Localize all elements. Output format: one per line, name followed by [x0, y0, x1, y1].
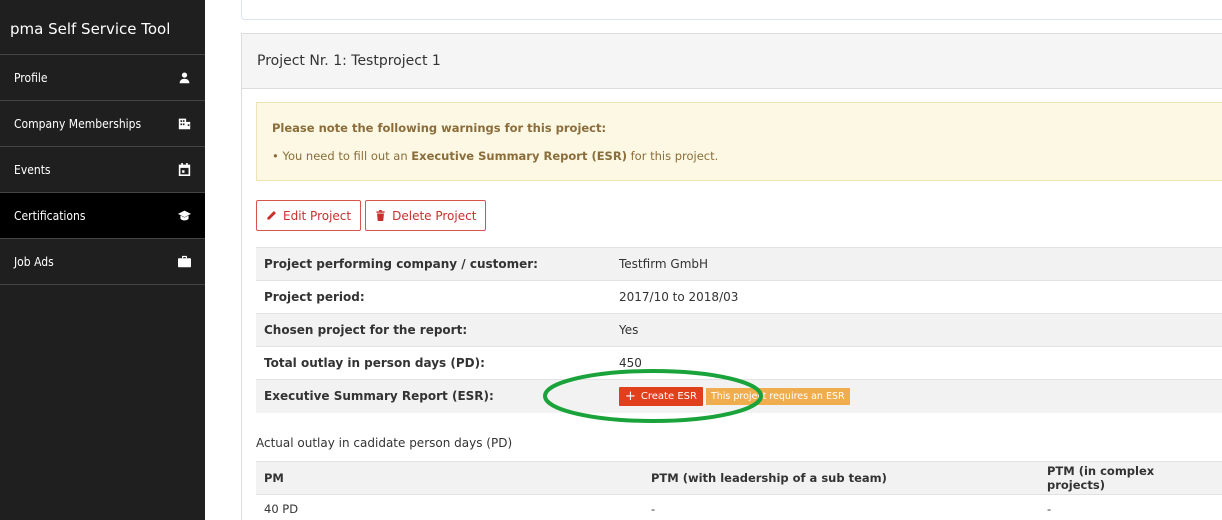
project-details-table: Project performing company / customer: T… — [256, 247, 1222, 413]
previous-panel-bottom — [241, 0, 1222, 20]
table-row: 40 PD - - — [256, 494, 1222, 520]
edit-project-button[interactable]: Edit Project — [256, 200, 362, 231]
sidebar-item-profile[interactable]: Profile — [0, 55, 205, 101]
detail-label: Chosen project for the report: — [256, 313, 611, 347]
graduation-cap-icon — [177, 209, 191, 223]
table-row: Project performing company / customer: T… — [256, 247, 1222, 281]
create-esr-button[interactable]: + Create ESR — [619, 386, 703, 406]
table-row: Chosen project for the report: Yes — [256, 313, 1222, 347]
table-cell: 40 PD — [256, 494, 643, 520]
app-title: pma Self Service Tool — [0, 0, 205, 55]
table-header-row: PM PTM (with leadership of a sub team) P… — [256, 461, 1222, 495]
warning-text: You need to fill out an — [282, 149, 412, 163]
detail-label: Project performing company / customer: — [256, 247, 611, 281]
table-row: Project period: 2017/10 to 2018/03 — [256, 280, 1222, 314]
esr-required-badge: This project requires an ESR — [705, 387, 850, 405]
pencil-icon — [267, 211, 276, 220]
detail-value: 450 — [611, 346, 1222, 380]
delete-project-button[interactable]: Delete Project — [365, 200, 487, 231]
create-esr-label: Create ESR — [640, 390, 697, 402]
delete-project-label: Delete Project — [392, 208, 477, 223]
sidebar-item-label: Events — [14, 162, 51, 177]
warning-text-suffix: for this project. — [626, 149, 719, 163]
user-icon — [177, 71, 191, 85]
sidebar: pma Self Service Tool Profile Company Me… — [0, 0, 205, 520]
table-row: Executive Summary Report (ESR): + Create … — [256, 379, 1222, 413]
warning-line: • You need to fill out an Executive Summ… — [272, 149, 1208, 163]
bullet: • — [272, 149, 283, 163]
sidebar-item-events[interactable]: Events — [0, 147, 205, 193]
detail-value: + Create ESR This project requires an ESR — [611, 379, 1222, 413]
sidebar-item-job-ads[interactable]: Job Ads — [0, 239, 205, 285]
warning-text-bold: Executive Summary Report (ESR) — [411, 149, 627, 163]
table-row: Total outlay in person days (PD): 450 — [256, 346, 1222, 380]
detail-label: Total outlay in person days (PD): — [256, 346, 611, 380]
sidebar-item-label: Company Memberships — [14, 116, 142, 131]
trash-icon — [376, 210, 385, 221]
project-actions: Edit Project Delete Project — [256, 200, 487, 231]
actual-outlay-label: Actual outlay in cadidate person days (P… — [256, 436, 513, 450]
warning-header: Please note the following warnings for t… — [272, 121, 607, 135]
briefcase-icon — [177, 255, 191, 269]
calendar-icon — [177, 163, 191, 177]
detail-value: Testfirm GmbH — [611, 247, 1222, 281]
edit-project-label: Edit Project — [283, 208, 352, 223]
sidebar-item-label: Certifications — [14, 208, 86, 223]
column-header: PTM (in complex projects) — [1039, 461, 1222, 495]
person-days-table: PM PTM (with leadership of a sub team) P… — [256, 461, 1222, 520]
column-header: PTM (with leadership of a sub team) — [643, 461, 1039, 495]
warning-alert: Please note the following warnings for t… — [256, 102, 1222, 181]
sidebar-item-certifications[interactable]: Certifications — [0, 193, 205, 239]
column-header: PM — [256, 461, 643, 495]
detail-value: Yes — [611, 313, 1222, 347]
sidebar-item-company-memberships[interactable]: Company Memberships — [0, 101, 205, 147]
project-panel: Project Nr. 1: Testproject 1 Please note… — [241, 33, 1222, 520]
table-cell: - — [1039, 494, 1222, 520]
plus-icon: + — [625, 388, 636, 404]
sidebar-item-label: Profile — [14, 70, 48, 85]
table-cell: - — [643, 494, 1039, 520]
building-icon — [177, 117, 191, 131]
detail-value: 2017/10 to 2018/03 — [611, 280, 1222, 314]
sidebar-item-label: Job Ads — [14, 254, 54, 269]
detail-label: Executive Summary Report (ESR): — [256, 379, 611, 413]
project-heading: Project Nr. 1: Testproject 1 — [242, 34, 1222, 89]
detail-label: Project period: — [256, 280, 611, 314]
